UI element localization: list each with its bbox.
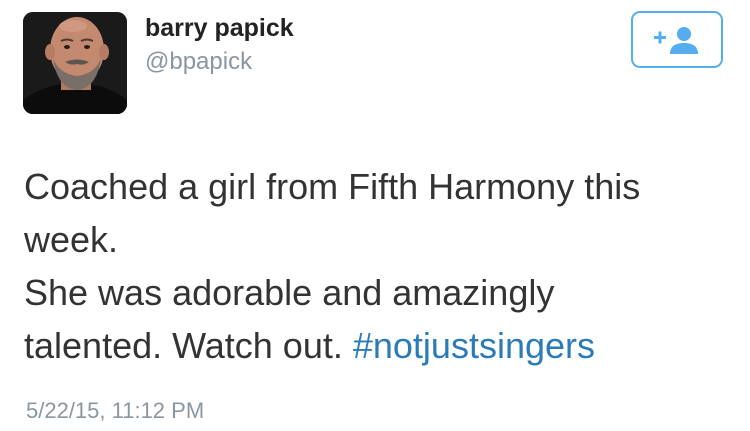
user-handle[interactable]: @bpapick bbox=[145, 48, 252, 76]
tweet-line: week. bbox=[24, 219, 119, 260]
avatar[interactable] bbox=[23, 12, 127, 114]
tweet-timestamp[interactable]: 5/22/15, 11:12 PM bbox=[26, 398, 204, 424]
display-name[interactable]: barry papick bbox=[145, 14, 294, 43]
avatar-image bbox=[23, 12, 127, 114]
tweet-line: talented. Watch out. #notjustsingers bbox=[24, 319, 734, 372]
tweet-text: Coached a girl from Fifth Harmony this w… bbox=[24, 160, 734, 372]
add-user-icon bbox=[654, 26, 698, 54]
tweet-line: Coached a girl from Fifth Harmony this bbox=[24, 166, 641, 207]
hashtag-link[interactable]: #notjustsingers bbox=[353, 325, 595, 366]
tweet-line-text: talented. Watch out. bbox=[24, 325, 353, 366]
tweet-line: She was adorable and amazingly bbox=[24, 272, 555, 313]
follow-button[interactable] bbox=[631, 11, 723, 68]
